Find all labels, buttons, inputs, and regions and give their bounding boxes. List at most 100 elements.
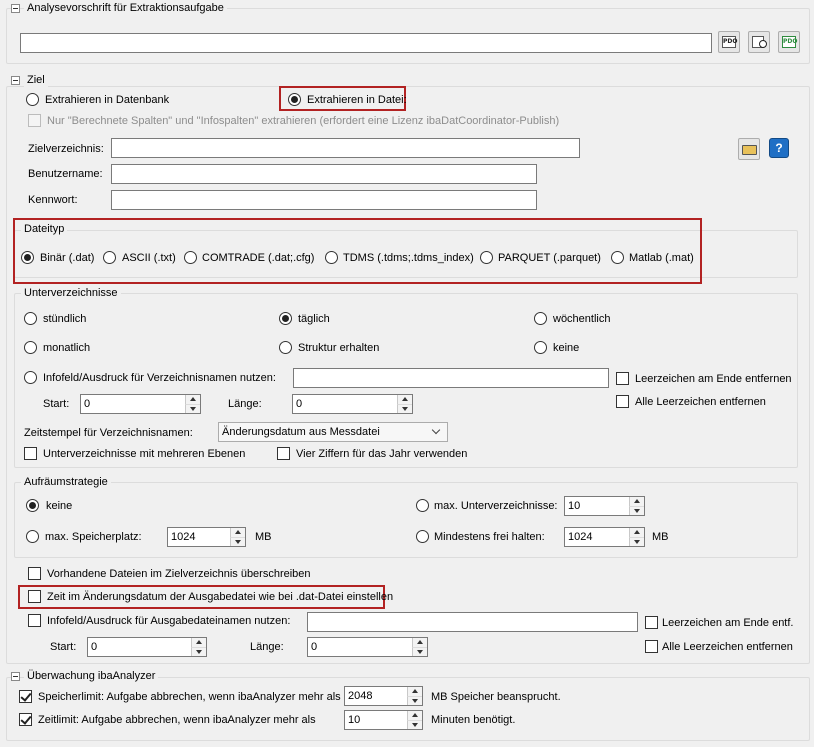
help-icon: ? [775, 141, 783, 155]
subdir-weekly-label: wöchentlich [553, 313, 611, 325]
spin-up-icon[interactable] [407, 687, 422, 696]
subdir-start-stepper[interactable]: 0 [80, 394, 201, 414]
subdir-monthly-label: monatlich [43, 342, 91, 354]
memory-limit-stepper[interactable]: 2048 [344, 686, 423, 706]
cleanup-max-storage-value: 1024 [171, 531, 196, 543]
radio-subdir-infofield[interactable] [24, 371, 37, 384]
spin-down-icon[interactable] [230, 537, 245, 546]
checkbox-memory-limit[interactable] [19, 690, 32, 703]
radio-subdir-daily[interactable] [279, 312, 292, 325]
radio-filetype-comtrade[interactable] [184, 251, 197, 264]
subdir-length-stepper[interactable]: 0 [292, 394, 413, 414]
radio-subdir-monthly[interactable] [24, 341, 37, 354]
subdir-infofield-label: Infofeld/Ausdruck für Verzeichnisnamen n… [43, 372, 276, 384]
checkbox-time-limit[interactable] [19, 713, 32, 726]
subdir-trim-all-label: Alle Leerzeichen entfernen [635, 396, 766, 408]
help-button[interactable]: ? [769, 138, 789, 158]
filetype-label-parquet: PARQUET (.parquet) [498, 252, 601, 264]
spin-up-icon[interactable] [629, 497, 644, 506]
subdir-timestamp-select[interactable]: Änderungsdatum aus Messdatei [218, 422, 448, 442]
spin-down-icon[interactable] [629, 537, 644, 546]
folder-icon [742, 145, 757, 155]
subdir-timestamp-value: Änderungsdatum aus Messdatei [222, 426, 380, 438]
radio-subdir-weekly[interactable] [534, 312, 547, 325]
chevron-down-icon [431, 425, 441, 435]
radio-subdir-hourly[interactable] [24, 312, 37, 325]
open-pdo-button[interactable]: PDO [718, 31, 740, 53]
checkbox-output-trim-all[interactable] [645, 640, 658, 653]
target-title: Ziel [24, 74, 48, 87]
checkbox-output-trim-end[interactable] [645, 616, 658, 629]
edit-pdo-button[interactable] [748, 31, 770, 53]
checkbox-set-time[interactable] [28, 590, 41, 603]
cleanup-min-free-stepper[interactable]: 1024 [564, 527, 645, 547]
cleanup-group [14, 482, 798, 558]
spin-down-icon[interactable] [629, 506, 644, 515]
output-infofield-input[interactable] [307, 612, 638, 632]
collapse-monitor-icon[interactable] [11, 672, 20, 681]
new-pdo-button[interactable]: PDO [778, 31, 800, 53]
radio-filetype-binary[interactable] [21, 251, 34, 264]
collapse-target-icon[interactable] [11, 76, 20, 85]
memory-limit-suffix: MB Speicher beansprucht. [431, 691, 561, 703]
radio-filetype-ascii[interactable] [103, 251, 116, 264]
checkbox-computed-only[interactable] [28, 114, 41, 127]
spin-down-icon[interactable] [412, 647, 427, 656]
radio-cleanup-none[interactable] [26, 499, 39, 512]
checkbox-output-infofield[interactable] [28, 614, 41, 627]
output-infofield-label: Infofeld/Ausdruck für Ausgabedateinamen … [47, 615, 291, 627]
output-length-stepper[interactable]: 0 [307, 637, 428, 657]
spin-down-icon[interactable] [407, 696, 422, 705]
spin-down-icon[interactable] [397, 404, 412, 413]
spin-up-icon[interactable] [397, 395, 412, 404]
radio-extract-file[interactable] [288, 93, 301, 106]
cleanup-max-subdirs-label: max. Unterverzeichnisse: [434, 500, 558, 512]
radio-filetype-matlab[interactable] [611, 251, 624, 264]
browse-folder-button[interactable] [738, 138, 760, 160]
subdir-start-label: Start: [43, 398, 70, 410]
subdir-infofield-input[interactable] [293, 368, 609, 388]
output-start-stepper[interactable]: 0 [87, 637, 207, 657]
radio-filetype-tdms[interactable] [325, 251, 338, 264]
radio-subdir-structure[interactable] [279, 341, 292, 354]
time-limit-stepper[interactable]: 10 [344, 710, 423, 730]
radio-cleanup-max-subdirs[interactable] [416, 499, 429, 512]
checkbox-subdir-trim-all[interactable] [616, 395, 629, 408]
subdir-hourly-label: stündlich [43, 313, 87, 325]
password-label: Kennwort: [28, 194, 78, 206]
collapse-analysis-icon[interactable] [11, 4, 20, 13]
spin-up-icon[interactable] [185, 395, 200, 404]
radio-subdir-none[interactable] [534, 341, 547, 354]
set-time-label: Zeit im Änderungsdatum der Ausgabedatei … [47, 591, 394, 603]
cleanup-none-label: keine [46, 500, 73, 512]
spin-down-icon[interactable] [185, 404, 200, 413]
spin-down-icon[interactable] [191, 647, 206, 656]
spin-up-icon[interactable] [191, 638, 206, 647]
memory-limit-value: 2048 [348, 690, 373, 702]
checkbox-subdir-multilevel[interactable] [24, 447, 37, 460]
radio-cleanup-min-free[interactable] [416, 530, 429, 543]
password-input[interactable] [111, 190, 537, 210]
spin-up-icon[interactable] [412, 638, 427, 647]
cleanup-max-storage-stepper[interactable]: 1024 [167, 527, 246, 547]
monitor-title: Überwachung ibaAnalyzer [24, 670, 159, 683]
radio-extract-db[interactable] [26, 93, 39, 106]
cleanup-max-subdirs-stepper[interactable]: 10 [564, 496, 645, 516]
spin-up-icon[interactable] [629, 528, 644, 537]
spin-up-icon[interactable] [407, 711, 422, 720]
radio-filetype-parquet[interactable] [480, 251, 493, 264]
radio-cleanup-max-storage[interactable] [26, 530, 39, 543]
cleanup-title: Aufräumstrategie [21, 476, 111, 489]
checkbox-subdir-trim-end[interactable] [616, 372, 629, 385]
computed-only-label: Nur "Berechnete Spalten" und "Infospalte… [47, 115, 560, 127]
subdir-start-value: 0 [84, 398, 91, 410]
checkbox-subdir-four-digit[interactable] [277, 447, 290, 460]
pdo-new-icon: PDO [782, 36, 797, 48]
target-dir-input[interactable] [111, 138, 580, 158]
username-input[interactable] [111, 164, 537, 184]
output-trim-end-label: Leerzeichen am Ende entf. [662, 617, 794, 629]
spin-up-icon[interactable] [230, 528, 245, 537]
checkbox-overwrite[interactable] [28, 567, 41, 580]
analysis-path-input[interactable] [20, 33, 712, 53]
spin-down-icon[interactable] [407, 720, 422, 729]
